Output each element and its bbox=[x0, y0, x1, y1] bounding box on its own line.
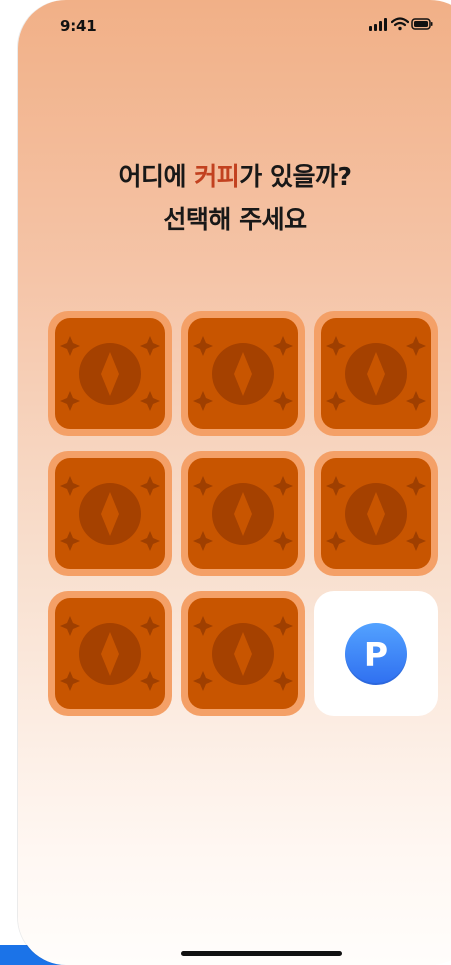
hidden-tile-4[interactable] bbox=[48, 451, 172, 576]
point-coin-label: P bbox=[363, 634, 389, 674]
hidden-tile-5[interactable] bbox=[181, 451, 305, 576]
tile-face bbox=[188, 318, 298, 429]
coffee-bean-icon bbox=[326, 476, 426, 551]
coffee-bean-icon bbox=[193, 476, 293, 551]
hidden-tile-7[interactable] bbox=[48, 591, 172, 716]
hidden-tile-3[interactable] bbox=[314, 311, 438, 436]
wifi-icon bbox=[391, 17, 409, 31]
tile-face bbox=[188, 598, 298, 709]
prompt-line-1-end: 가 있을까? bbox=[239, 162, 352, 191]
phone-screen: 9:41 어디에 커피가 있을까? 선택해 주세요 P bbox=[18, 0, 451, 965]
tile-face bbox=[55, 318, 165, 429]
coffee-bean-icon bbox=[193, 616, 293, 691]
tile-face bbox=[321, 318, 431, 429]
hidden-tile-6[interactable] bbox=[314, 451, 438, 576]
hidden-tile-1[interactable] bbox=[48, 311, 172, 436]
status-time: 9:41 bbox=[60, 17, 97, 35]
tile-face bbox=[55, 458, 165, 569]
screen: 9:41 어디에 커피가 있을까? 선택해 주세요 P bbox=[0, 0, 451, 965]
coffee-bean-icon bbox=[60, 476, 160, 551]
home-indicator[interactable] bbox=[181, 951, 342, 956]
selection-prompt: 어디에 커피가 있을까? 선택해 주세요 bbox=[18, 155, 451, 241]
prompt-highlight-word: 커피 bbox=[194, 162, 240, 191]
coffee-bean-icon bbox=[326, 336, 426, 411]
revealed-point-tile[interactable]: P bbox=[314, 591, 438, 716]
tile-face bbox=[188, 458, 298, 569]
cellular-signal-icon bbox=[369, 18, 387, 31]
status-bar: 9:41 bbox=[18, 0, 451, 56]
coffee-bean-icon bbox=[60, 336, 160, 411]
coffee-bean-icon bbox=[60, 616, 160, 691]
prompt-line-1: 어디에 커피가 있을까? bbox=[18, 155, 451, 198]
coffee-guess-grid: P bbox=[48, 311, 438, 716]
prompt-line-1-start: 어디에 bbox=[118, 162, 195, 191]
point-coin-icon: P bbox=[345, 623, 407, 685]
prompt-line-2: 선택해 주세요 bbox=[163, 205, 307, 234]
battery-icon bbox=[411, 18, 433, 30]
hidden-tile-8[interactable] bbox=[181, 591, 305, 716]
tile-face bbox=[321, 458, 431, 569]
tile-face bbox=[55, 598, 165, 709]
hidden-tile-2[interactable] bbox=[181, 311, 305, 436]
coffee-bean-icon bbox=[193, 336, 293, 411]
